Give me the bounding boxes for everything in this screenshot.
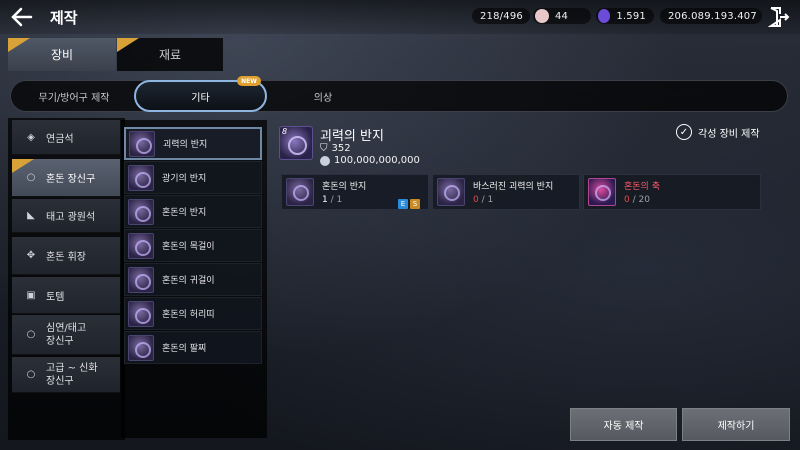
inventory-value: 218/496 bbox=[480, 10, 523, 22]
category-label: 연금석 bbox=[46, 133, 74, 145]
tab-materials-label: 재료 bbox=[158, 48, 182, 62]
ring-icon: ○ bbox=[26, 369, 36, 380]
energy-value: 1.591 bbox=[616, 10, 646, 22]
item-label: 혼돈의 목걸이 bbox=[162, 242, 215, 252]
category-abyss-accessory[interactable]: ○ 심연/태고 장신구 bbox=[12, 315, 120, 355]
pearl-value: 44 bbox=[555, 10, 569, 22]
totem-icon: ▣ bbox=[26, 289, 36, 301]
material-name: 혼돈의 반지 bbox=[322, 182, 367, 192]
material-slot[interactable]: 혼돈의 축 0 / 20 bbox=[583, 174, 761, 210]
ring-icon: ○ bbox=[26, 172, 36, 183]
tag-e: E bbox=[398, 199, 408, 209]
belt-icon bbox=[128, 300, 154, 327]
ring-icon bbox=[286, 178, 314, 206]
material-name: 혼돈의 축 bbox=[624, 182, 660, 192]
material-tags: ES bbox=[398, 196, 420, 209]
silver-value: 206.089.193.407 bbox=[668, 10, 757, 22]
ring-icon bbox=[128, 198, 154, 225]
tag-s: S bbox=[410, 199, 420, 209]
sub-tab-label: 의상 bbox=[313, 92, 333, 104]
material-have: 0 bbox=[624, 195, 630, 205]
page-title: 제작 bbox=[50, 9, 78, 27]
shield-row: ⛉ 352 bbox=[320, 143, 351, 154]
alchemy-stone-icon: ◈ bbox=[27, 131, 35, 143]
sub-tab-label: 무기/방어구 제작 bbox=[38, 92, 110, 104]
material-have: 1 bbox=[322, 195, 328, 205]
bracelet-icon bbox=[128, 334, 154, 361]
shield-value: 352 bbox=[331, 143, 351, 154]
category-chaos-emblem[interactable]: ✥ 혼돈 휘장 bbox=[12, 237, 120, 275]
necklace-icon bbox=[128, 232, 154, 259]
tab-equipment-label: 장비 bbox=[50, 48, 74, 62]
exit-icon[interactable] bbox=[767, 6, 790, 28]
item-label: 혼돈의 반지 bbox=[162, 208, 207, 218]
energy-counter[interactable]: 1.591 bbox=[596, 8, 654, 24]
sub-tab-costume[interactable]: 의상 bbox=[268, 80, 378, 112]
category-label: 혼돈 휘장 bbox=[46, 252, 86, 263]
category-advanced-accessory[interactable]: ○ 고급 ~ 신화 장신구 bbox=[12, 357, 120, 393]
list-item[interactable]: 혼돈의 팔찌 bbox=[124, 331, 262, 364]
item-label: 혼돈의 귀걸이 bbox=[162, 276, 215, 286]
category-label: 고급 ~ 신화 장신구 bbox=[46, 362, 98, 387]
ring-icon: ○ bbox=[26, 329, 36, 340]
silver-counter[interactable]: 206.089.193.407 bbox=[660, 8, 762, 24]
category-primordial-stone[interactable]: ◣ 태고 광원석 bbox=[12, 199, 120, 233]
auto-craft-button[interactable]: 자동 제작 bbox=[570, 408, 677, 441]
awaken-craft-toggle[interactable]: ✓ 각성 장비 제작 bbox=[676, 124, 760, 140]
inventory-counter[interactable]: 218/496 bbox=[472, 8, 530, 24]
material-have: 0 bbox=[473, 195, 479, 205]
material-need: / 20 bbox=[632, 195, 650, 205]
tab-materials[interactable]: 재료 bbox=[117, 38, 223, 71]
material-slot[interactable]: 바스러진 괴력의 반지 0 / 1 bbox=[432, 174, 580, 210]
list-item[interactable]: 혼돈의 귀걸이 bbox=[124, 263, 262, 296]
item-label: 혼돈의 허리띠 bbox=[162, 310, 215, 320]
material-need: / 1 bbox=[481, 195, 494, 205]
chaos-axis-gem-icon bbox=[588, 178, 616, 206]
new-badge: NEW bbox=[237, 76, 261, 86]
material-need: / 1 bbox=[330, 195, 343, 205]
cost-row: 100,000,000,000 bbox=[320, 155, 420, 166]
earring-icon bbox=[128, 266, 154, 293]
item-label: 광기의 반지 bbox=[162, 174, 207, 184]
pearl-counter[interactable]: 44 bbox=[533, 8, 591, 24]
back-arrow-icon[interactable] bbox=[10, 6, 34, 28]
pearl-icon bbox=[535, 9, 549, 23]
emblem-icon: ✥ bbox=[26, 250, 36, 261]
category-alchemy-stone[interactable]: ◈ 연금석 bbox=[12, 120, 120, 155]
selected-item-name: 괴력의 반지 bbox=[320, 129, 384, 144]
category-label: 혼돈 장신구 bbox=[46, 174, 96, 185]
cost-value: 100,000,000,000 bbox=[334, 155, 420, 166]
craft-button[interactable]: 제작하기 bbox=[682, 408, 790, 441]
list-item[interactable]: 혼돈의 목걸이 bbox=[124, 229, 262, 262]
item-level: 8 bbox=[282, 127, 288, 136]
crystal-icon: ◣ bbox=[27, 210, 35, 221]
item-label: 혼돈의 팔찌 bbox=[162, 344, 207, 354]
ring-icon bbox=[129, 130, 155, 157]
category-label: 토템 bbox=[46, 291, 65, 303]
tab-equipment[interactable]: 장비 bbox=[8, 38, 116, 71]
category-chaos-accessory[interactable]: ○ 혼돈 장신구 bbox=[12, 159, 120, 197]
check-icon: ✓ bbox=[676, 124, 692, 140]
broken-ring-icon bbox=[437, 178, 465, 206]
shield-icon: ⛉ bbox=[320, 143, 328, 154]
category-label: 심연/태고 장신구 bbox=[46, 322, 87, 347]
category-totem[interactable]: ▣ 토템 bbox=[12, 277, 120, 314]
list-item[interactable]: 괴력의 반지 bbox=[124, 127, 262, 160]
list-item[interactable]: 혼돈의 반지 bbox=[124, 195, 262, 228]
selected-item-icon: 8 bbox=[279, 126, 313, 160]
material-name: 바스러진 괴력의 반지 bbox=[473, 182, 554, 192]
sub-tab-label: 기타 bbox=[191, 92, 210, 104]
list-item[interactable]: 혼돈의 허리띠 bbox=[124, 297, 262, 330]
silver-icon bbox=[320, 155, 330, 166]
sub-tab-weapons-armor[interactable]: 무기/방어구 제작 bbox=[14, 80, 134, 112]
category-label: 태고 광원석 bbox=[46, 212, 96, 223]
list-item[interactable]: 광기의 반지 bbox=[124, 161, 262, 194]
item-label: 괴력의 반지 bbox=[163, 140, 208, 150]
energy-icon bbox=[598, 9, 611, 23]
ring-icon bbox=[128, 164, 154, 191]
awaken-label: 각성 장비 제작 bbox=[698, 128, 760, 140]
